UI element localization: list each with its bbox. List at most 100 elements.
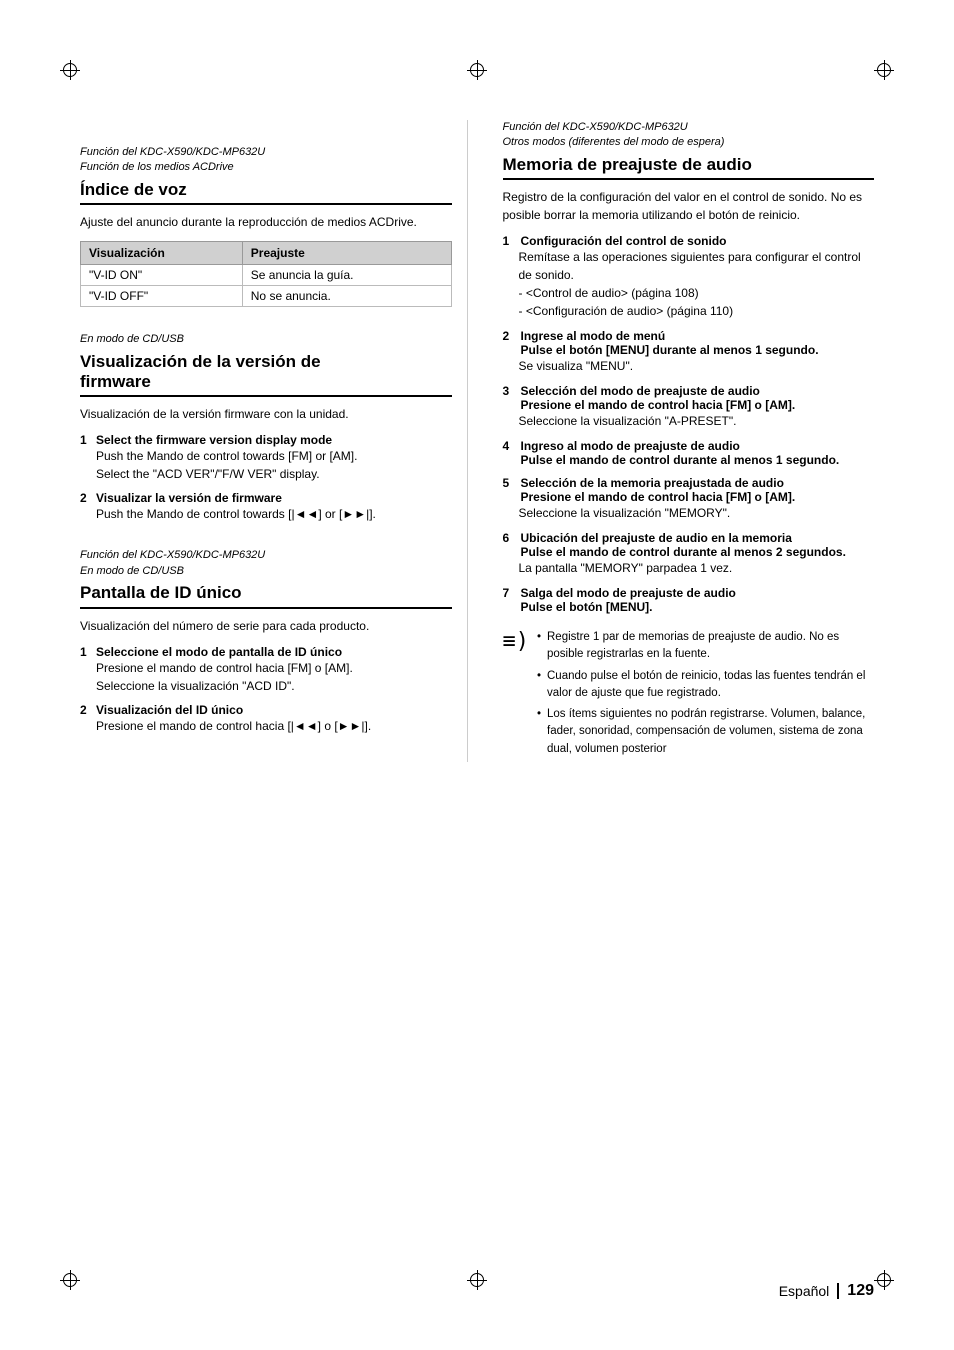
step-item: 3 Selección del modo de preajuste de audi… — [503, 384, 875, 430]
step-title: Visualizar la versión de firmware — [96, 491, 282, 505]
page-divider — [837, 1283, 839, 1299]
crosshair-top-center — [467, 60, 487, 80]
step-subtitle: Presione el mando de control hacia [FM] … — [521, 398, 796, 412]
language-label: Español — [779, 1283, 830, 1299]
table-cell: "V-ID OFF" — [81, 286, 243, 307]
step-item: 7 Salga del modo de preajuste de audioPul… — [503, 586, 875, 614]
section-indice-voz: Función del KDC-X590/KDC-MP632U Función … — [80, 145, 452, 307]
step-item: 1 Configuración del control de sonidoRemí… — [503, 234, 875, 320]
step-body-line: Select the "ACD VER"/"F/W VER" display. — [96, 465, 452, 483]
step-title-block: Configuración del control de sonido — [521, 234, 727, 248]
note-item: Los ítems siguientes no podrán registrar… — [537, 706, 874, 758]
note-item: Registre 1 par de memorias de preajuste … — [537, 629, 874, 664]
step-title-block: Selección del modo de preajuste de audio… — [521, 384, 796, 412]
step-body-line: Seleccione la visualización "ACD ID". — [96, 677, 452, 695]
crosshair-bottom-right — [874, 1270, 894, 1290]
step-number: 2 — [80, 703, 92, 717]
step-subtitle: Pulse el botón [MENU]. — [521, 600, 736, 614]
step-body-line: Push the Mando de control towards [FM] o… — [96, 447, 452, 465]
section-id-unico: Función del KDC-X590/KDC-MP632U En modo … — [80, 548, 452, 734]
section-r1-desc: Registro de la configuración del valor e… — [503, 188, 875, 224]
left-column: Función del KDC-X590/KDC-MP632U Función … — [80, 120, 468, 762]
step-number: 2 — [503, 329, 517, 343]
step-title: Ubicación del preajuste de audio en la m… — [521, 531, 792, 545]
step-subtitle: Pulse el mando de control durante al men… — [521, 545, 846, 559]
step-number: 1 — [80, 433, 92, 447]
step-number: 6 — [503, 531, 517, 545]
step-body-line: Push the Mando de control towards [|◄◄] … — [96, 505, 452, 523]
step-item: 2 Visualizar la versión de firmwarePush t… — [80, 491, 452, 523]
step-body-line: Seleccione la visualización "MEMORY". — [519, 504, 875, 522]
section2-header: En modo de CD/USB — [80, 332, 452, 347]
section3-header: Función del KDC-X590/KDC-MP632U En modo … — [80, 548, 452, 579]
step-body-line: - <Control de audio> (página 108) — [519, 284, 875, 302]
step-title: Ingreso al modo de preajuste de audio — [521, 439, 740, 453]
step-number: 4 — [503, 439, 517, 453]
table-col2-header: Preajuste — [242, 242, 451, 265]
section1-title: Índice de voz — [80, 180, 452, 205]
crosshair-top-left — [60, 60, 80, 80]
table-cell: "V-ID ON" — [81, 265, 243, 286]
step-title: Ingrese al modo de menú — [521, 329, 666, 343]
step-body-line: Presione el mando de control hacia [|◄◄]… — [96, 717, 452, 735]
step-item: 6 Ubicación del preajuste de audio en la … — [503, 531, 875, 577]
step-item: 1 Select the firmware version display mod… — [80, 433, 452, 483]
section3-steps: 1 Seleccione el modo de pantalla de ID ún… — [80, 645, 452, 735]
step-body-line: Presione el mando de control hacia [FM] … — [96, 659, 452, 677]
page-number-block: Español 129 — [779, 1282, 874, 1300]
step-number: 3 — [503, 384, 517, 398]
step-body-line: Remítase a las operaciones siguientes pa… — [519, 248, 875, 284]
step-title-block: Ingreso al modo de preajuste de audioPul… — [521, 439, 840, 467]
crosshair-bottom-left — [60, 1270, 80, 1290]
step-body-line: La pantalla "MEMORY" parpadea 1 vez. — [519, 559, 875, 577]
section-r1-header: Función del KDC-X590/KDC-MP632U Otros mo… — [503, 120, 875, 151]
step-number: 7 — [503, 586, 517, 600]
step-number: 1 — [503, 234, 517, 248]
step-subtitle: Pulse el mando de control durante al men… — [521, 453, 840, 467]
step-title: Salga del modo de preajuste de audio — [521, 586, 736, 600]
step-subtitle: Presione el mando de control hacia [FM] … — [521, 490, 796, 504]
step-item: 2 Visualización del ID únicoPresione el m… — [80, 703, 452, 735]
section-firmware: En modo de CD/USB Visualización de la ve… — [80, 332, 452, 523]
step-body-line: Se visualiza "MENU". — [519, 357, 875, 375]
step-item: 1 Seleccione el modo de pantalla de ID ún… — [80, 645, 452, 695]
note-item: Cuando pulse el botón de reinicio, todas… — [537, 668, 874, 703]
page-num: 129 — [847, 1282, 874, 1300]
step-item: 2 Ingrese al modo de menúPulse el botón [… — [503, 329, 875, 375]
table-col1-header: Visualización — [81, 242, 243, 265]
step-title-block: Salga del modo de preajuste de audioPuls… — [521, 586, 736, 614]
step-title: Select the firmware version display mode — [96, 433, 332, 447]
step-number: 5 — [503, 476, 517, 490]
step-title: Seleccione el modo de pantalla de ID úni… — [96, 645, 342, 659]
table-cell: No se anuncia. — [242, 286, 451, 307]
step-title: Selección del modo de preajuste de audio — [521, 384, 760, 398]
step-item: 5 Selección de la memoria preajustada de … — [503, 476, 875, 522]
step-item: 4 Ingreso al modo de preajuste de audioPu… — [503, 439, 875, 467]
step-body-line: Seleccione la visualización "A-PRESET". — [519, 412, 875, 430]
section3-title: Pantalla de ID único — [80, 583, 452, 608]
step-number: 1 — [80, 645, 92, 659]
section-r1-title: Memoria de preajuste de audio — [503, 155, 875, 180]
right-steps: 1 Configuración del control de sonidoRemí… — [503, 234, 875, 614]
step-number: 2 — [80, 491, 92, 505]
notes-block: ≡) Registre 1 par de memorias de preajus… — [503, 629, 875, 762]
section1-table: Visualización Preajuste "V-ID ON"Se anun… — [80, 241, 452, 307]
step-title: Selección de la memoria preajustada de a… — [521, 476, 784, 490]
section2-desc: Visualización de la versión firmware con… — [80, 405, 452, 423]
section1-header: Función del KDC-X590/KDC-MP632U Función … — [80, 145, 452, 176]
right-column: Función del KDC-X590/KDC-MP632U Otros mo… — [498, 120, 875, 762]
step-title-block: Ubicación del preajuste de audio en la m… — [521, 531, 846, 559]
note-icon: ≡) — [503, 631, 530, 762]
table-cell: Se anuncia la guía. — [242, 265, 451, 286]
section2-title: Visualización de la versión de firmware — [80, 352, 452, 398]
step-subtitle: Pulse el botón [MENU] durante al menos 1… — [521, 343, 819, 357]
section-memoria: Función del KDC-X590/KDC-MP632U Otros mo… — [503, 120, 875, 762]
section2-steps: 1 Select the firmware version display mod… — [80, 433, 452, 523]
crosshair-bottom-center — [467, 1270, 487, 1290]
step-body-line: - <Configuración de audio> (página 110) — [519, 302, 875, 320]
crosshair-top-right — [874, 60, 894, 80]
step-title: Visualización del ID único — [96, 703, 243, 717]
step-title: Configuración del control de sonido — [521, 234, 727, 248]
step-title-block: Selección de la memoria preajustada de a… — [521, 476, 796, 504]
section3-desc: Visualización del número de serie para c… — [80, 617, 452, 635]
